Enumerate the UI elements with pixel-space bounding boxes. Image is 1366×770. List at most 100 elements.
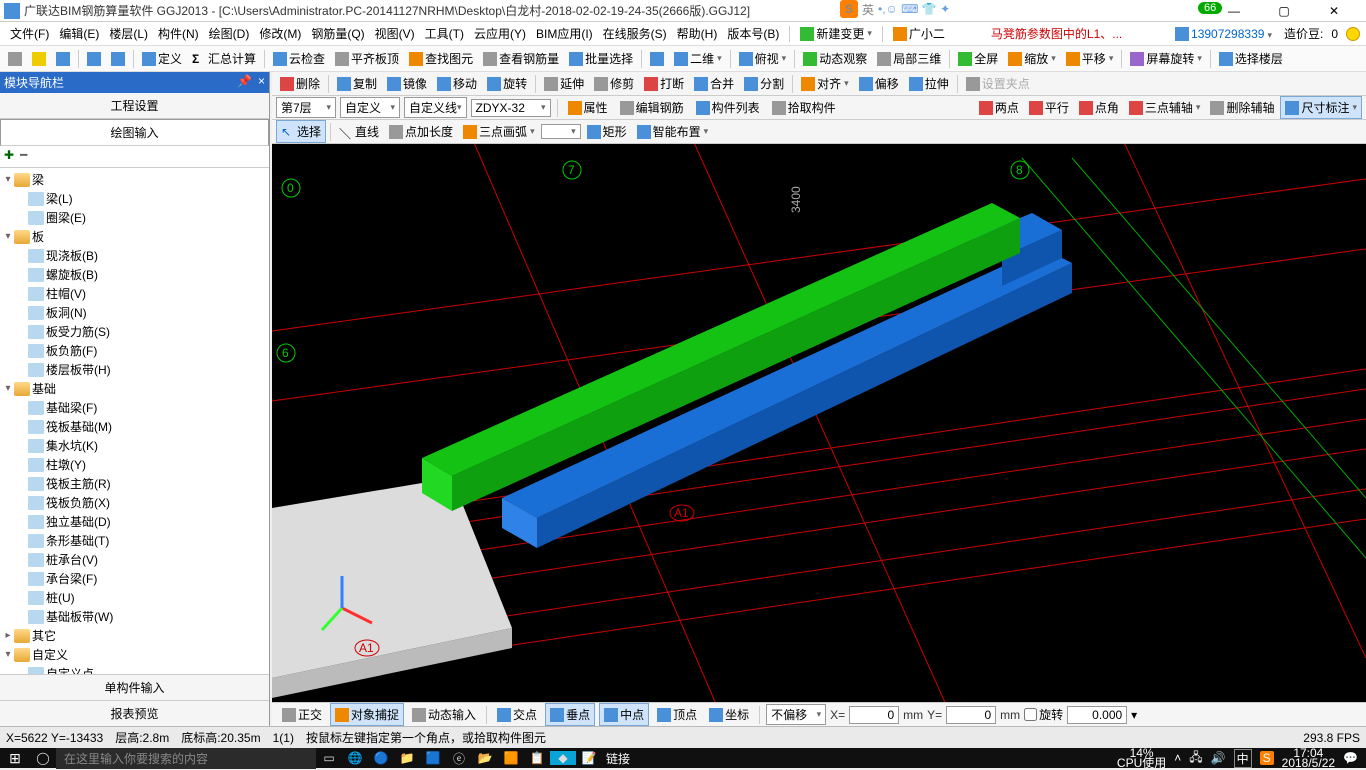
- 3d-canvas[interactable]: 0 7 8 6 3400 A1 A1: [272, 144, 1366, 702]
- tree-item[interactable]: 桩承台(V): [2, 550, 267, 569]
- offset-button[interactable]: 偏移: [855, 73, 903, 94]
- menu-version[interactable]: 版本号(B): [723, 23, 783, 44]
- ortho-toggle[interactable]: 正交: [278, 704, 326, 725]
- taskbar-link[interactable]: 链接: [606, 750, 630, 767]
- tree-folder[interactable]: ▸其它: [2, 626, 267, 645]
- menu-online[interactable]: 在线服务(S): [599, 23, 671, 44]
- category-select[interactable]: 自定义: [340, 97, 400, 118]
- snap-perp[interactable]: 垂点: [545, 703, 595, 726]
- local3d-button[interactable]: 局部三维: [873, 48, 945, 69]
- app-icon-6[interactable]: 📂: [472, 751, 498, 765]
- cortana-icon[interactable]: ◯: [30, 751, 56, 765]
- aux-2pt-button[interactable]: 两点: [975, 97, 1023, 118]
- app-icon-2[interactable]: 🔵: [368, 751, 394, 765]
- break-button[interactable]: 打断: [640, 73, 688, 94]
- view-rebar-button[interactable]: 查看钢筋量: [479, 48, 563, 69]
- y-input[interactable]: [946, 706, 996, 724]
- maximize-button[interactable]: ▢: [1264, 4, 1304, 18]
- tree-item[interactable]: 条形基础(T): [2, 531, 267, 550]
- merge-button[interactable]: 合并: [690, 73, 738, 94]
- collapse-all-icon[interactable]: ━: [20, 148, 27, 165]
- point-length-tool[interactable]: 点加长度: [385, 121, 457, 142]
- orbit-button[interactable]: 动态观察: [799, 48, 871, 69]
- batch-select-button[interactable]: 批量选择: [565, 48, 637, 69]
- member-list-button[interactable]: 构件列表: [692, 97, 764, 118]
- start-button[interactable]: ⊞: [0, 750, 30, 767]
- tree-item[interactable]: 板负筋(F): [2, 341, 267, 360]
- rotate-dropdown-icon[interactable]: ▾: [1131, 708, 1137, 722]
- topview-button[interactable]: 俯视: [735, 48, 791, 69]
- taskbar-clock[interactable]: 17:042018/5/22: [1282, 748, 1335, 768]
- menu-help[interactable]: 帮助(H): [673, 23, 722, 44]
- undo-button[interactable]: [83, 50, 105, 68]
- notifications-icon[interactable]: 💬: [1343, 751, 1358, 765]
- tree-item[interactable]: 基础梁(F): [2, 398, 267, 417]
- tree-item[interactable]: 集水坑(K): [2, 436, 267, 455]
- subcategory-select[interactable]: 自定义线: [404, 97, 467, 118]
- mirror-button[interactable]: 镜像: [383, 73, 431, 94]
- grippoint-button[interactable]: 设置夹点: [962, 73, 1034, 94]
- offset-mode-select[interactable]: 不偏移: [766, 704, 826, 725]
- tree-item[interactable]: 筏板主筋(R): [2, 474, 267, 493]
- tree-folder[interactable]: ▾板: [2, 227, 267, 246]
- ime-sogou[interactable]: S 英 •,☺ ⌨ 👕 ✦: [840, 0, 950, 18]
- arc-option-select[interactable]: [541, 124, 581, 139]
- account-button[interactable]: 13907298339: [1171, 26, 1276, 42]
- app-icon-4[interactable]: 🟦: [420, 751, 446, 765]
- tree-folder[interactable]: ▾基础: [2, 379, 267, 398]
- floor-select[interactable]: 第7层: [276, 97, 336, 118]
- pan-button[interactable]: 平移: [1062, 48, 1118, 69]
- tray-vol-icon[interactable]: 🔊: [1211, 751, 1226, 765]
- smart-layout-tool[interactable]: 智能布置: [633, 121, 713, 142]
- user-button[interactable]: 广小二: [889, 24, 949, 43]
- menu-bim[interactable]: BIM应用(I): [532, 23, 597, 44]
- bean-icon[interactable]: [1346, 27, 1360, 41]
- app-icon-9[interactable]: ◆: [550, 751, 576, 765]
- tree-item[interactable]: 柱帽(V): [2, 284, 267, 303]
- aux-delete-button[interactable]: 删除辅轴: [1206, 97, 1278, 118]
- tree-item[interactable]: 桩(U): [2, 588, 267, 607]
- tray-sogou-icon[interactable]: S: [1260, 751, 1274, 765]
- tree-item[interactable]: 承台梁(F): [2, 569, 267, 588]
- tree-item[interactable]: 独立基础(D): [2, 512, 267, 531]
- x-input[interactable]: [849, 706, 899, 724]
- rotate-input[interactable]: [1067, 706, 1127, 724]
- define-button[interactable]: 定义: [138, 48, 186, 69]
- app-icon-10[interactable]: 📝: [576, 751, 602, 765]
- edit-rebar-button[interactable]: 编辑钢筋: [616, 97, 688, 118]
- menu-cloud[interactable]: 云应用(Y): [470, 23, 530, 44]
- tree-item[interactable]: 板洞(N): [2, 303, 267, 322]
- open-file-button[interactable]: [28, 50, 50, 68]
- cpu-meter[interactable]: 14%CPU使用: [1117, 748, 1166, 768]
- arc-tool[interactable]: 三点画弧: [459, 121, 539, 142]
- screen-rotate-button[interactable]: 屏幕旋转: [1126, 48, 1206, 69]
- align-button[interactable]: 对齐: [797, 73, 853, 94]
- tree-item[interactable]: 柱墩(Y): [2, 455, 267, 474]
- redo-button[interactable]: [107, 50, 129, 68]
- zoom-button[interactable]: 缩放: [1004, 48, 1060, 69]
- unknown-toggle[interactable]: [646, 50, 668, 68]
- extend-button[interactable]: 延伸: [540, 73, 588, 94]
- align-top-button[interactable]: 平齐板顶: [331, 48, 403, 69]
- menu-edit[interactable]: 编辑(E): [55, 23, 103, 44]
- fullscreen-button[interactable]: 全屏: [954, 48, 1002, 69]
- tab-report[interactable]: 报表预览: [0, 700, 269, 726]
- menu-draw[interactable]: 绘图(D): [205, 23, 254, 44]
- tree-item[interactable]: 基础板带(W): [2, 607, 267, 626]
- tree-item[interactable]: 自定义点: [2, 664, 267, 674]
- tray-ime-icon[interactable]: 中: [1234, 749, 1252, 768]
- app-icon-7[interactable]: 🟧: [498, 751, 524, 765]
- tab-project-settings[interactable]: 工程设置: [0, 93, 269, 119]
- warning-text[interactable]: 马凳筋参数图中的L1、...: [991, 25, 1122, 42]
- line-tool[interactable]: ＼直线: [335, 121, 383, 142]
- new-change-button[interactable]: 新建变更: [796, 24, 876, 43]
- new-file-button[interactable]: [4, 50, 26, 68]
- menu-qty[interactable]: 钢筋量(Q): [307, 23, 368, 44]
- trim-button[interactable]: 修剪: [590, 73, 638, 94]
- tree-folder[interactable]: ▾梁: [2, 170, 267, 189]
- snap-vertex[interactable]: 顶点: [653, 704, 701, 725]
- rotate-check[interactable]: 旋转: [1024, 706, 1063, 723]
- rotate-button[interactable]: 旋转: [483, 73, 531, 94]
- app-icon-3[interactable]: 📁: [394, 751, 420, 765]
- tree-item[interactable]: 螺旋板(B): [2, 265, 267, 284]
